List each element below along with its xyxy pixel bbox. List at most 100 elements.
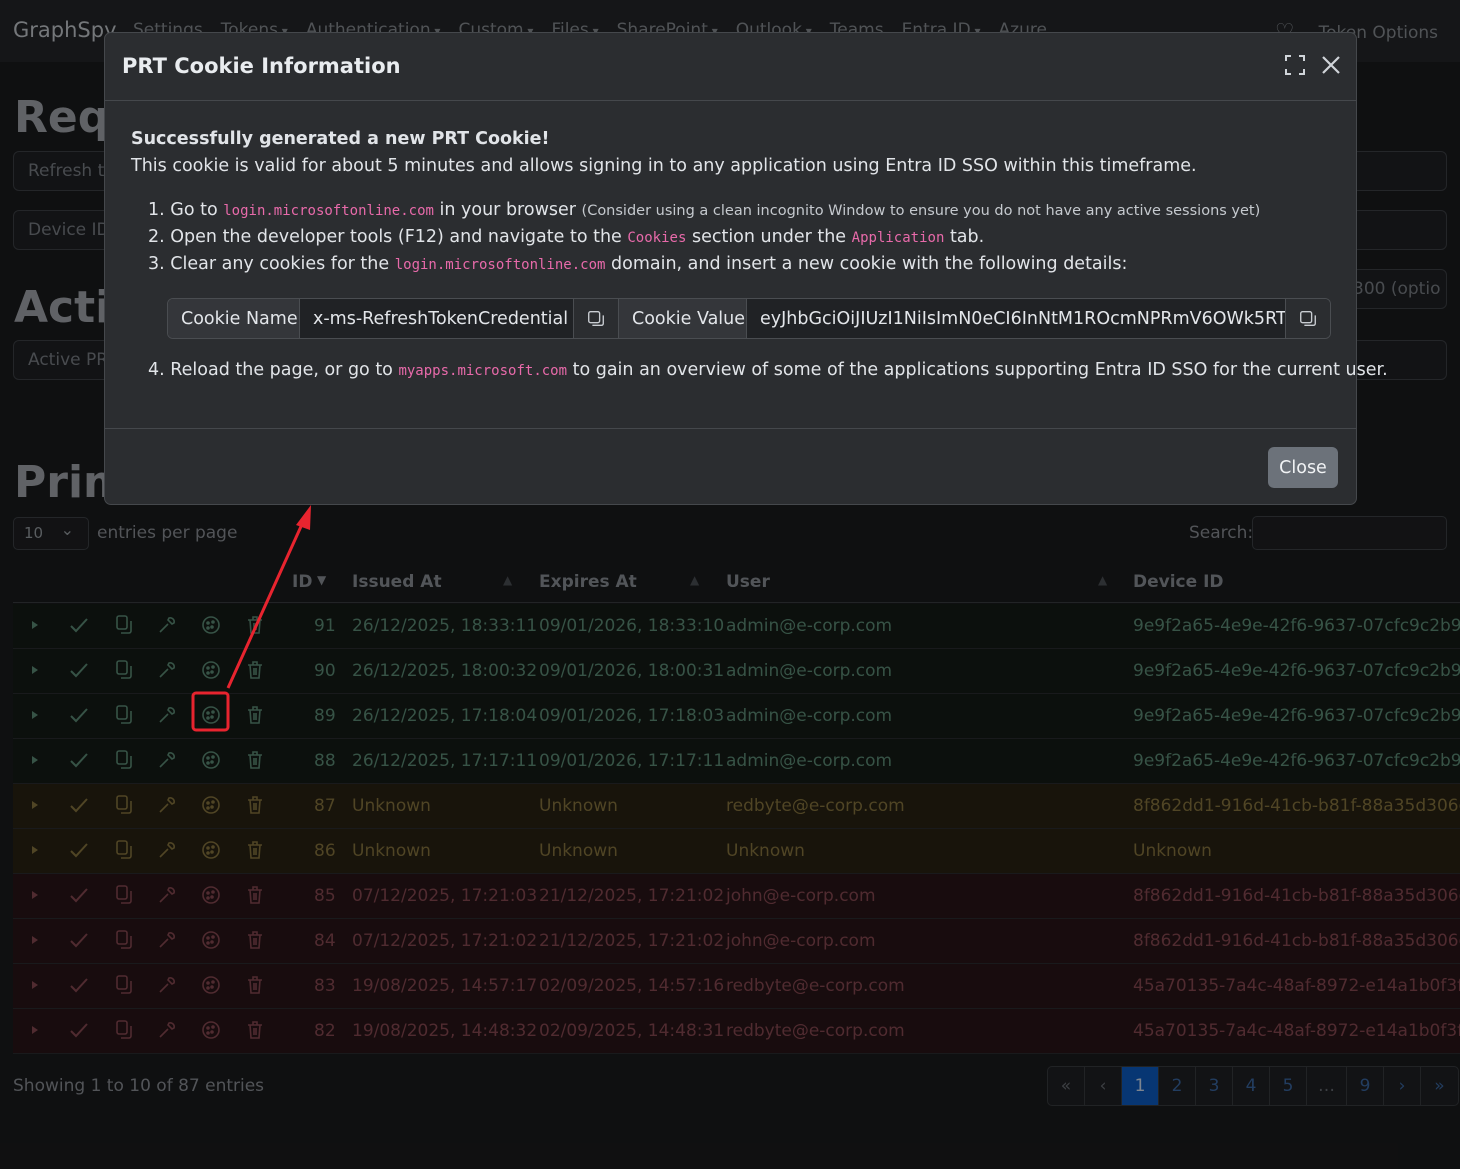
cookie-name-field[interactable]: x-ms-RefreshTokenCredential [300, 299, 574, 338]
copy-icon[interactable] [112, 749, 134, 771]
step-1-domain: login.microsoftonline.com [223, 203, 434, 219]
check-icon[interactable] [68, 1019, 90, 1041]
copy-icon[interactable] [112, 839, 134, 861]
expand-icon[interactable] [24, 929, 46, 951]
refresh-token-icon[interactable] [156, 884, 178, 906]
row-id: 87 [314, 796, 336, 816]
entries-per-page-select[interactable]: 10 [13, 517, 89, 550]
check-icon[interactable] [68, 749, 90, 771]
copy-icon[interactable] [112, 884, 134, 906]
expand-icon[interactable] [24, 794, 46, 816]
expand-icon[interactable] [24, 749, 46, 771]
search-label: Search: [1189, 523, 1254, 543]
copy-icon[interactable] [112, 659, 134, 681]
cookie-input-group: Cookie Name x-ms-RefreshTokenCredential … [167, 298, 1331, 339]
header-device-id[interactable]: Device ID [1133, 572, 1224, 592]
page-next[interactable]: › [1384, 1067, 1421, 1105]
close-icon[interactable] [1317, 51, 1345, 79]
expand-icon[interactable] [24, 1019, 46, 1041]
cookie-icon[interactable] [200, 884, 222, 906]
copy-icon[interactable] [112, 1019, 134, 1041]
check-icon[interactable] [68, 974, 90, 996]
refresh-token-icon[interactable] [156, 974, 178, 996]
trash-icon[interactable] [244, 659, 266, 681]
refresh-token-icon[interactable] [156, 839, 178, 861]
refresh-token-icon[interactable] [156, 704, 178, 726]
brand-logo[interactable]: GraphSpy [13, 18, 117, 42]
trash-icon[interactable] [244, 704, 266, 726]
refresh-token-icon[interactable] [156, 749, 178, 771]
trash-icon[interactable] [244, 929, 266, 951]
check-icon[interactable] [68, 884, 90, 906]
check-icon[interactable] [68, 794, 90, 816]
trash-icon[interactable] [244, 1019, 266, 1041]
page-last[interactable]: » [1421, 1067, 1458, 1105]
cookie-icon[interactable] [200, 704, 222, 726]
copy-icon [588, 310, 604, 326]
entries-per-page-label: entries per page [97, 523, 238, 543]
copy-icon[interactable] [112, 704, 134, 726]
trash-icon[interactable] [244, 839, 266, 861]
trash-icon[interactable] [244, 974, 266, 996]
check-icon[interactable] [68, 614, 90, 636]
cookie-icon[interactable] [200, 929, 222, 951]
cookie-icon[interactable] [200, 974, 222, 996]
row-user: Unknown [726, 841, 805, 861]
close-button[interactable]: Close [1268, 447, 1338, 488]
copy-icon[interactable] [112, 929, 134, 951]
expand-icon[interactable] [24, 704, 46, 726]
header-id[interactable]: ID [292, 572, 312, 592]
check-icon[interactable] [68, 659, 90, 681]
header-issued-at[interactable]: Issued At [352, 572, 442, 592]
cookie-icon[interactable] [200, 659, 222, 681]
page-2[interactable]: 2 [1159, 1067, 1196, 1105]
expand-icon[interactable] [24, 659, 46, 681]
copy-value-button[interactable] [1286, 299, 1330, 338]
refresh-token-icon[interactable] [156, 794, 178, 816]
copy-icon[interactable] [112, 614, 134, 636]
fullscreen-icon[interactable] [1283, 53, 1307, 77]
page-5[interactable]: 5 [1270, 1067, 1307, 1105]
page-1[interactable]: 1 [1122, 1067, 1159, 1105]
search-input[interactable] [1252, 516, 1447, 550]
trash-icon[interactable] [244, 884, 266, 906]
trash-icon[interactable] [244, 794, 266, 816]
annotation-arrowhead [296, 505, 311, 530]
check-icon[interactable] [68, 704, 90, 726]
page-9[interactable]: 9 [1347, 1067, 1384, 1105]
expand-icon[interactable] [24, 884, 46, 906]
row-device-id: 45a70135-7a4c-48af-8972-e14a1b0f3fd5 [1133, 976, 1460, 996]
trash-icon[interactable] [244, 749, 266, 771]
expand-icon[interactable] [24, 974, 46, 996]
trash-icon[interactable] [244, 614, 266, 636]
expand-icon[interactable] [24, 839, 46, 861]
row-expires-at: 02/09/2025, 14:57:16 [539, 976, 725, 996]
refresh-token-icon[interactable] [156, 659, 178, 681]
page-prev[interactable]: ‹ [1085, 1067, 1122, 1105]
copy-icon[interactable] [112, 974, 134, 996]
refresh-token-icon[interactable] [156, 1019, 178, 1041]
step-2-text-2: section under the [686, 227, 852, 247]
row-user: redbyte@e-corp.com [726, 1021, 905, 1041]
expand-icon[interactable] [24, 614, 46, 636]
row-id: 85 [314, 886, 336, 906]
page-first[interactable]: « [1048, 1067, 1085, 1105]
refresh-token-icon[interactable] [156, 929, 178, 951]
step-1-text: 1. Go to [148, 200, 224, 220]
cookie-value-field[interactable]: eyJhbGciOiJIUzI1NiIsImN0eCI6InNtM1ROcmNP… [747, 299, 1286, 338]
cookie-icon[interactable] [200, 749, 222, 771]
refresh-token-icon[interactable] [156, 614, 178, 636]
cookie-icon[interactable] [200, 614, 222, 636]
page-4[interactable]: 4 [1233, 1067, 1270, 1105]
cookie-icon[interactable] [200, 1019, 222, 1041]
cookie-icon[interactable] [200, 839, 222, 861]
copy-icon[interactable] [112, 794, 134, 816]
page-3[interactable]: 3 [1196, 1067, 1233, 1105]
check-icon[interactable] [68, 929, 90, 951]
row-id: 90 [314, 661, 336, 681]
header-user[interactable]: User [726, 572, 770, 592]
check-icon[interactable] [68, 839, 90, 861]
header-expires-at[interactable]: Expires At [539, 572, 637, 592]
cookie-icon[interactable] [200, 794, 222, 816]
copy-name-button[interactable] [574, 299, 619, 338]
